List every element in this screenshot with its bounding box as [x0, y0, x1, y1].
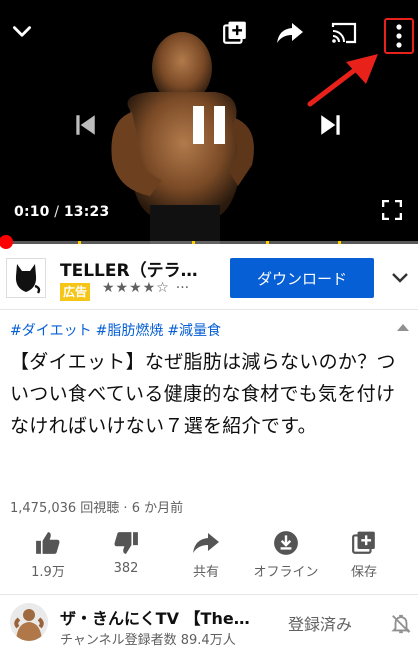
video-title: 【ダイエット】なぜ脂肪は減らないのか？ついつい食べている健康的な食材でも気を付け… — [10, 351, 396, 437]
caret-up-icon — [397, 323, 409, 331]
next-button[interactable] — [314, 108, 348, 142]
channel-name[interactable]: ザ・きんにくTV 【The… — [60, 605, 286, 629]
add-to-playlist-icon — [352, 531, 375, 554]
dislike-button[interactable]: 382 — [86, 528, 166, 576]
view-count: 1,475,036 回視聴 — [10, 501, 120, 516]
like-count: 1.9万 — [31, 565, 65, 580]
ad-marker — [338, 241, 341, 244]
bell-off-icon — [391, 614, 411, 634]
ad-expand-button[interactable] — [388, 268, 412, 288]
promoted-app-ad[interactable]: TELLER（テラ… 広告 ★★★★☆ ··· ダウンロード — [0, 246, 418, 310]
hashtag-link[interactable]: #ダイエット — [10, 323, 92, 339]
notification-bell-button[interactable] — [390, 613, 412, 635]
rating-stars: ★★★★☆ — [102, 280, 170, 296]
subscribed-button[interactable]: 登録済み — [288, 611, 352, 635]
video-meta: 1,475,036 回視聴 · 6 か月前 — [10, 497, 183, 516]
offline-download-button[interactable]: オフライン — [246, 528, 326, 580]
upload-age: 6 か月前 — [131, 501, 184, 516]
ad-rating: ★★★★☆ ··· — [102, 280, 189, 296]
channel-row[interactable]: ザ・きんにくTV 【The… チャンネル登録者数 89.4万人 登録済み — [0, 594, 418, 658]
pause-icon — [193, 106, 225, 144]
meta-separator: · — [119, 501, 132, 516]
subscriber-count: チャンネル登録者数 89.4万人 — [60, 633, 236, 648]
cat-logo-icon — [15, 264, 41, 294]
video-player[interactable]: 0:10 / 13:23 — [0, 0, 418, 244]
skip-previous-icon — [76, 115, 95, 135]
skip-next-icon — [321, 115, 340, 135]
ad-logo — [6, 258, 46, 298]
share-label: 共有 — [192, 565, 219, 580]
share-icon — [193, 533, 219, 553]
time-display: 0:10 / 13:23 — [14, 204, 109, 220]
chevron-down-icon — [13, 26, 31, 37]
add-to-playlist-icon — [223, 21, 246, 44]
share-button[interactable] — [274, 18, 306, 48]
chevron-down-icon — [392, 273, 408, 283]
fullscreen-icon — [382, 200, 402, 220]
ad-marker — [266, 241, 269, 244]
hashtag-link[interactable]: #脂肪燃焼 — [96, 323, 164, 339]
cast-icon — [331, 22, 357, 44]
save-label: 保存 — [350, 565, 377, 580]
dislike-count: 382 — [113, 561, 139, 576]
offline-label: オフライン — [253, 565, 319, 580]
share-action-button[interactable]: 共有 — [166, 528, 246, 580]
avatar-image — [10, 603, 48, 641]
collapse-description-button[interactable] — [396, 322, 410, 332]
thumbs-up-icon — [36, 532, 60, 554]
more-vert-icon — [396, 24, 402, 48]
download-button[interactable]: ダウンロード — [230, 258, 374, 298]
ad-marker — [78, 241, 81, 244]
thumbs-down-icon — [114, 532, 138, 554]
save-button[interactable]: 保存 — [324, 528, 404, 580]
cast-button[interactable] — [328, 18, 360, 48]
time-separator: / — [49, 204, 64, 220]
minimize-button[interactable] — [8, 18, 36, 46]
channel-avatar[interactable] — [10, 603, 48, 641]
progress-bar[interactable] — [0, 241, 418, 244]
share-icon — [277, 23, 303, 43]
ad-badge: 広告 — [60, 283, 91, 301]
add-to-playlist-button[interactable] — [220, 18, 250, 48]
play-pause-button[interactable] — [184, 100, 234, 150]
fullscreen-button[interactable] — [378, 196, 406, 224]
hashtag-link[interactable]: #減量食 — [167, 323, 221, 339]
current-time: 0:10 — [14, 204, 50, 220]
download-icon — [274, 531, 298, 555]
hashtags: #ダイエット #脂肪燃焼 #減量食 — [10, 320, 225, 340]
action-bar: 1.9万 382 共有 オフライン 保存 — [0, 528, 418, 582]
rating-dots: ··· — [175, 280, 190, 296]
like-button[interactable]: 1.9万 — [8, 528, 88, 580]
ad-title: TELLER（テラ… — [60, 261, 198, 281]
previous-button[interactable] — [68, 108, 102, 142]
ad-marker — [192, 241, 195, 244]
annotation-arrow-icon — [307, 54, 378, 107]
more-options-button[interactable] — [388, 20, 410, 52]
duration: 13:23 — [63, 204, 110, 220]
